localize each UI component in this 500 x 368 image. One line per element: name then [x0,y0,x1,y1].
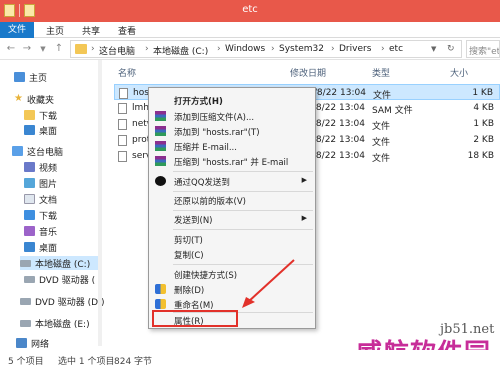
status-bar: 5 个项目 选中 1 个项目 824 字节 [0,350,500,368]
status-size: 824 字节 [114,357,153,367]
annotation-arrow-icon [242,259,295,308]
status-selected: 选中 1 个项目 [58,357,115,367]
status-item-count: 5 个项目 [8,357,44,367]
